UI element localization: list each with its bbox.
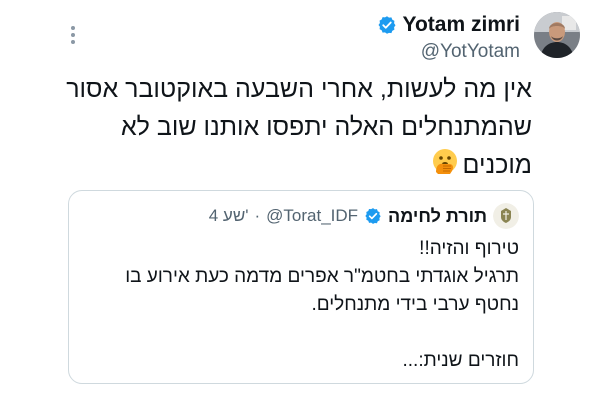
author-handle[interactable]: @YotYotam [377,40,520,64]
quoted-tweet-line: חוזרים שנית:... [402,350,519,371]
tweet-text-line: שהמתנחלים האלה יתפסו אותנו שוב לא [120,113,532,141]
tweet-text-line: מוכנים [52,146,532,186]
quoted-tweet-handle[interactable]: @Torat_IDF [266,206,358,226]
author-display-name[interactable]: Yotam zimri [403,12,520,38]
quoted-tweet[interactable]: 4 שע' · @Torat_IDF תורת לחימה טירוף והזי… [68,190,534,384]
verified-badge-icon [378,16,396,34]
display-name-row: Yotam zimri [377,12,520,38]
author-info: Yotam zimri @YotYotam [377,12,520,64]
quoted-tweet-display-name[interactable]: תורת לחימה [388,206,487,227]
quoted-tweet-text: טירוף והזיה!! תרגיל אוגדתי בחטמ"ר אפרים … [79,235,519,375]
more-options-icon[interactable] [66,26,80,56]
author-avatar[interactable] [534,12,580,58]
verified-badge-icon [365,208,381,224]
tweet-text-line-content: מוכנים [462,151,532,179]
quoted-tweet-time[interactable]: 4 שע' [209,206,249,226]
tweet-header: Yotam zimri @YotYotam [60,12,580,66]
quoted-tweet-line: נחטף ערבי בידי מתנחלים. [311,294,519,315]
quoted-tweet-avatar[interactable] [493,203,519,229]
tweet-text: אין מה לעשות, אחרי השבעה באוקטובר אסור ש… [52,70,532,186]
tweet-text-line: אין מה לעשות, אחרי השבעה באוקטובר אסור [66,75,532,103]
face-hand-over-mouth-emoji-icon [431,147,459,186]
quoted-tweet-line: טירוף והזיה!! [419,238,519,259]
quoted-tweet-header: 4 שע' · @Torat_IDF תורת לחימה [209,203,519,229]
quoted-tweet-line: תרגיל אוגדתי בחטמ"ר אפרים מדמה כעת אירוע… [125,266,519,287]
separator-dot: · [254,206,261,225]
